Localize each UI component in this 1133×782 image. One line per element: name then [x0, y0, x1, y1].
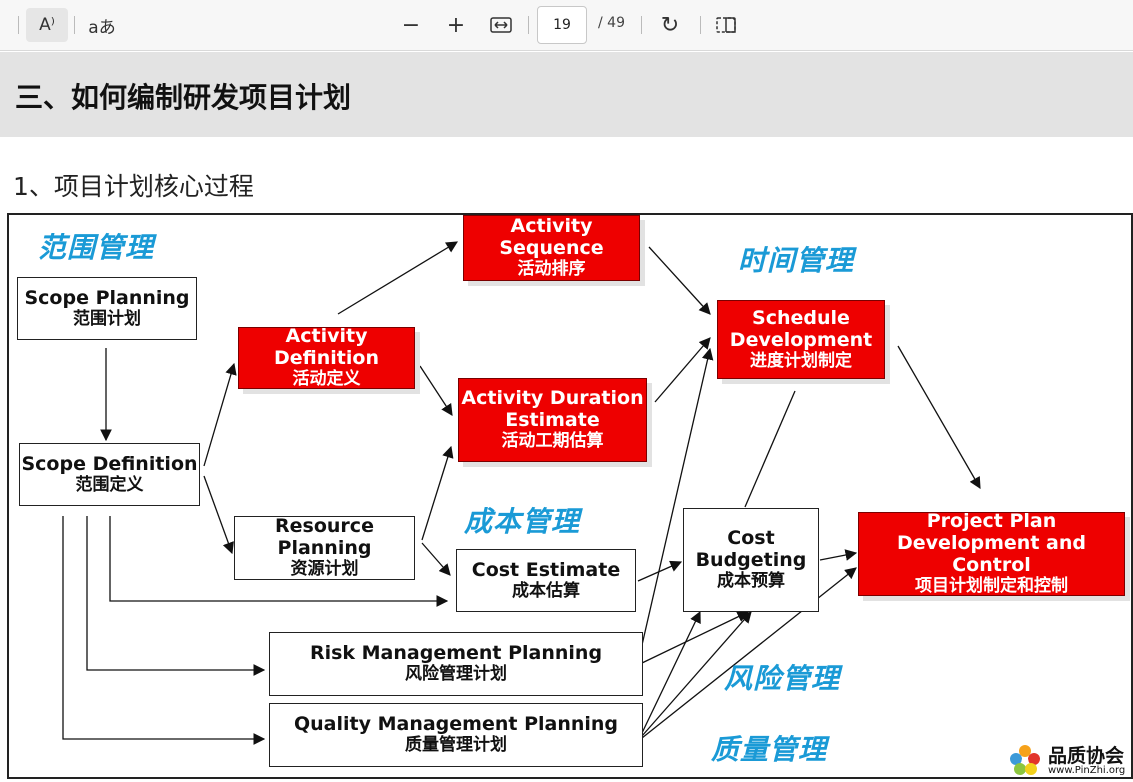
zoom-out-icon[interactable]: − — [396, 8, 426, 42]
node-label-en: Schedule — [752, 306, 850, 329]
node-label-en: Activity Duration — [461, 387, 644, 410]
flower-logo-icon — [1010, 745, 1040, 775]
page-title: 三、如何编制研发项目计划 — [15, 81, 352, 114]
node-label-en: Development — [729, 328, 873, 351]
node-label-zh: 活动定义 — [292, 369, 361, 390]
fit-page-icon[interactable] — [485, 8, 517, 42]
node-risk-planning: Risk Management Planning 风险管理计划 — [269, 632, 643, 696]
node-activity-sequence: Activity Sequence 活动排序 — [463, 215, 640, 281]
toolbar-separator — [528, 16, 529, 34]
page-layout-icon[interactable] — [710, 8, 742, 42]
node-cost-estimate: Cost Estimate 成本估算 — [456, 549, 636, 612]
page-number-input[interactable]: 19 — [537, 6, 587, 44]
rotate-icon[interactable]: ↻ — [654, 8, 686, 42]
logo-url: www.PinZhi.org — [1048, 765, 1126, 776]
node-label-zh: 范围计划 — [73, 308, 141, 329]
node-cost-budgeting: Cost Budgeting 成本预算 — [683, 508, 819, 612]
toolbar-separator — [641, 16, 642, 34]
pdf-toolbar: A⁾ aあ − + 19 / 49 ↻ — [0, 0, 1133, 51]
area-label-time: 时间管理 — [738, 244, 855, 277]
fit-width-icon — [490, 17, 512, 33]
node-activity-definition: Activity Definition 活动定义 — [238, 325, 415, 390]
node-label-en: Estimate — [505, 409, 600, 432]
node-project-plan: Project Plan Development and Control 项目计… — [858, 510, 1125, 596]
node-label-en: Risk Management Planning — [309, 642, 603, 665]
node-label-zh: 成本估算 — [512, 580, 580, 601]
node-label-zh: 活动排序 — [517, 259, 586, 280]
section-subtitle: 1、项目计划核心过程 — [13, 172, 254, 201]
node-label-en: Project Plan — [926, 510, 1057, 533]
text-options-icon[interactable]: aあ — [82, 8, 122, 42]
node-schedule-development: Schedule Development 进度计划制定 — [717, 300, 885, 379]
two-page-icon — [716, 17, 736, 33]
node-resource-planning: Resource Planning 资源计划 — [234, 516, 415, 580]
toolbar-separator — [18, 16, 19, 34]
toolbar-separator — [700, 16, 701, 34]
node-label-en: Development and Control — [897, 532, 1086, 577]
page-total: / 49 — [598, 15, 625, 31]
node-label-en: Scope Definition — [21, 452, 198, 475]
node-label-zh: 成本预算 — [717, 571, 785, 592]
node-label-zh: 风险管理计划 — [405, 664, 507, 685]
node-scope-definition: Scope Definition 范围定义 — [19, 443, 200, 506]
node-label-zh: 活动工期估算 — [501, 431, 604, 452]
area-label-cost: 成本管理 — [464, 505, 581, 538]
node-label-en: Budgeting — [695, 549, 807, 572]
node-label-en: Scope Planning — [24, 286, 190, 309]
toolbar-separator — [74, 16, 75, 34]
area-label-scope: 范围管理 — [38, 231, 155, 264]
node-label-en: Cost — [727, 527, 775, 550]
node-scope-planning: Scope Planning 范围计划 — [17, 277, 197, 340]
watermark-logo: 品质协会 www.PinZhi.org — [1008, 741, 1128, 779]
area-label-quality: 质量管理 — [711, 733, 828, 766]
area-label-risk: 风险管理 — [724, 662, 841, 695]
node-label-zh: 项目计划制定和控制 — [915, 576, 1068, 596]
node-activity-duration: Activity Duration Estimate 活动工期估算 — [458, 378, 647, 462]
node-label-zh: 进度计划制定 — [750, 350, 852, 371]
node-label-en: Activity Sequence — [499, 215, 604, 260]
zoom-in-icon[interactable]: + — [441, 8, 471, 42]
node-label-en: Activity Definition — [274, 325, 379, 370]
node-label-zh: 范围定义 — [75, 474, 144, 495]
logo-name: 品质协会 — [1048, 745, 1125, 767]
node-label-zh: 资源计划 — [290, 559, 359, 580]
node-quality-planning: Quality Management Planning 质量管理计划 — [269, 703, 643, 767]
read-aloud-icon[interactable]: A⁾ — [26, 8, 68, 42]
node-label-zh: 质量管理计划 — [405, 735, 507, 756]
node-label-en: Resource Planning — [275, 515, 374, 560]
node-label-en: Quality Management Planning — [293, 713, 619, 736]
node-label-en: Cost Estimate — [471, 558, 621, 581]
